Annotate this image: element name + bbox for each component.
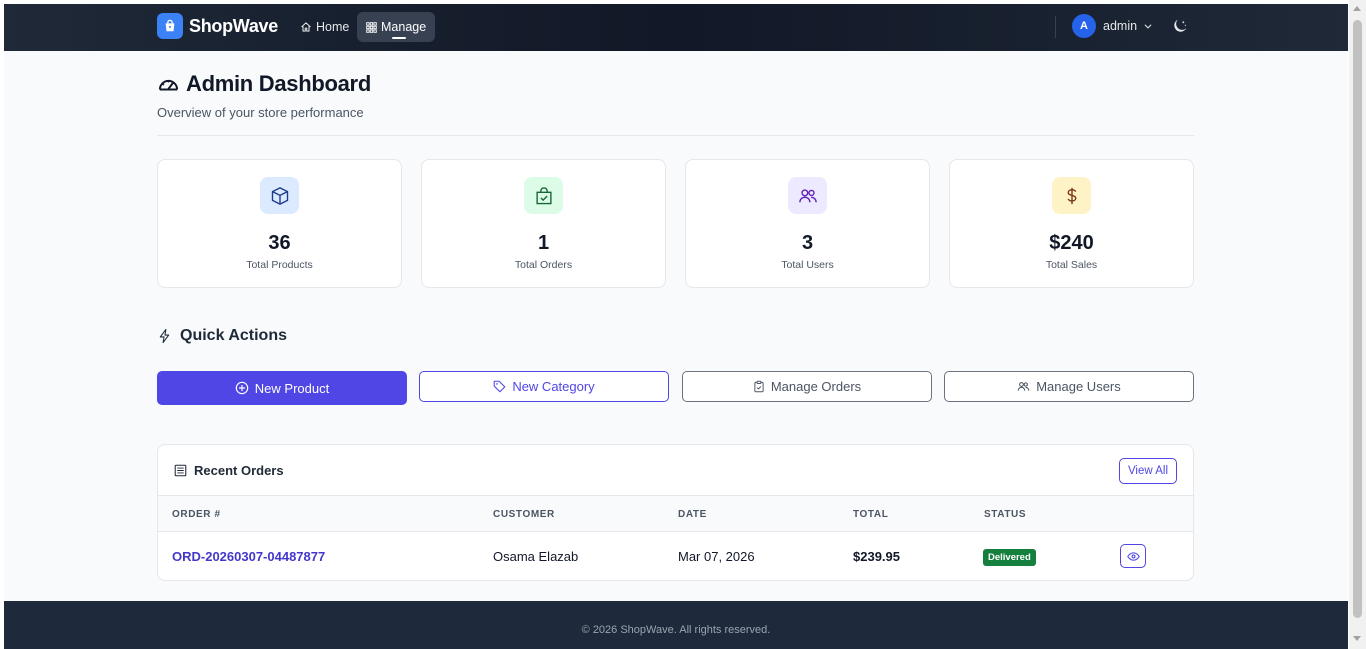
- stat-value: 1: [537, 232, 550, 254]
- stat-value: $240: [1049, 232, 1094, 254]
- nav-manage[interactable]: Manage: [357, 12, 436, 42]
- avatar: A: [1072, 14, 1096, 38]
- button-label: Manage Users: [1036, 379, 1121, 394]
- shopping-bag-icon: [157, 13, 183, 39]
- dollar-icon: [1052, 177, 1091, 214]
- stat-label: Total Sales: [1045, 259, 1098, 271]
- button-label: New Category: [512, 379, 595, 394]
- stat-label: Total Users: [781, 259, 834, 271]
- brand[interactable]: ShopWave: [157, 13, 278, 39]
- theme-toggle-button[interactable]: [1171, 18, 1188, 40]
- users-icon: [1017, 382, 1030, 391]
- button-label: New Product: [254, 380, 330, 396]
- quick-actions-title: Quick Actions: [180, 327, 287, 344]
- footer-copyright: © 2026 ShopWave. All rights reserved.: [581, 624, 771, 636]
- chevron-down-icon: [1144, 24, 1152, 29]
- recent-orders-header: Recent Orders View All: [158, 445, 1193, 496]
- nav-home-label: Home: [316, 20, 350, 34]
- grid-icon: [366, 21, 377, 33]
- stat-card-users: 3 Total Users: [685, 159, 930, 288]
- nav-divider: [1055, 16, 1056, 38]
- quick-actions-header: Quick Actions: [157, 327, 287, 345]
- stat-value: 3: [801, 232, 814, 254]
- box-icon: [260, 177, 299, 214]
- stat-label: Total Products: [246, 259, 313, 271]
- home-icon: [301, 22, 311, 32]
- user-name: admin: [1103, 19, 1138, 33]
- manage-orders-button[interactable]: Manage Orders: [682, 371, 932, 402]
- status-badge: Delivered: [983, 549, 1036, 566]
- scroll-up-arrow[interactable]: [1353, 6, 1361, 11]
- new-category-button[interactable]: New Category: [419, 371, 669, 402]
- manage-users-button[interactable]: Manage Users: [944, 371, 1194, 402]
- stat-card-products: 36 Total Products: [157, 159, 402, 288]
- plus-circle-icon: [235, 381, 249, 395]
- order-total: $239.95: [853, 549, 900, 564]
- page-header: Admin Dashboard: [157, 71, 371, 97]
- scroll-down-arrow[interactable]: [1353, 636, 1361, 641]
- navbar: ShopWave Home Manage A admin: [4, 4, 1348, 51]
- order-date: Mar 07, 2026: [678, 549, 755, 564]
- recent-orders-title: Recent Orders: [194, 463, 284, 478]
- recent-orders-title-row: Recent Orders: [174, 463, 284, 478]
- column-header-date: DATE: [678, 509, 707, 520]
- tag-icon: [494, 380, 506, 393]
- button-label: Manage Orders: [770, 379, 862, 394]
- stat-label: Total Orders: [514, 259, 573, 271]
- bag-check-icon: [524, 177, 563, 214]
- active-indicator: [392, 37, 406, 39]
- stat-card-sales: $240 Total Sales: [949, 159, 1194, 288]
- eye-icon: [1126, 551, 1140, 561]
- speedometer-icon: [158, 79, 179, 91]
- column-header-total: TOTAL: [853, 509, 889, 520]
- view-order-button[interactable]: [1120, 544, 1146, 568]
- scroll-thumb[interactable]: [1353, 20, 1362, 618]
- new-product-button[interactable]: New Product: [157, 371, 407, 405]
- footer: © 2026 ShopWave. All rights reserved.: [4, 601, 1348, 649]
- column-header-customer: CUSTOMER: [493, 509, 555, 520]
- column-header-order: ORDER #: [172, 509, 221, 520]
- lightning-icon: [159, 328, 170, 344]
- recent-orders-card: Recent Orders View All ORDER # CUSTOMER …: [157, 444, 1194, 581]
- moon-icon: [1174, 19, 1187, 32]
- stat-card-orders: 1 Total Orders: [421, 159, 666, 288]
- page-title: Admin Dashboard: [186, 71, 371, 96]
- nav-manage-label: Manage: [381, 20, 427, 34]
- divider: [157, 135, 1194, 136]
- stat-value: 36: [268, 232, 291, 254]
- view-all-button[interactable]: View All: [1119, 458, 1177, 484]
- order-customer: Osama Elazab: [493, 549, 579, 564]
- column-header-status: STATUS: [984, 509, 1027, 520]
- table-header: ORDER # CUSTOMER DATE TOTAL STATUS: [158, 496, 1193, 532]
- app-window: ShopWave Home Manage A admin Admin Dashb…: [4, 4, 1348, 649]
- clipboard-icon: [754, 380, 764, 393]
- vertical-scrollbar[interactable]: [1349, 0, 1366, 649]
- page-subtitle: Overview of your store performance: [157, 105, 364, 120]
- user-menu[interactable]: A admin: [1072, 14, 1153, 38]
- order-number-link[interactable]: ORD-20260307-04487877: [172, 549, 325, 564]
- list-icon: [174, 464, 187, 477]
- brand-name: ShopWave: [189, 15, 278, 36]
- nav-home[interactable]: Home: [291, 12, 358, 42]
- users-icon: [788, 177, 827, 214]
